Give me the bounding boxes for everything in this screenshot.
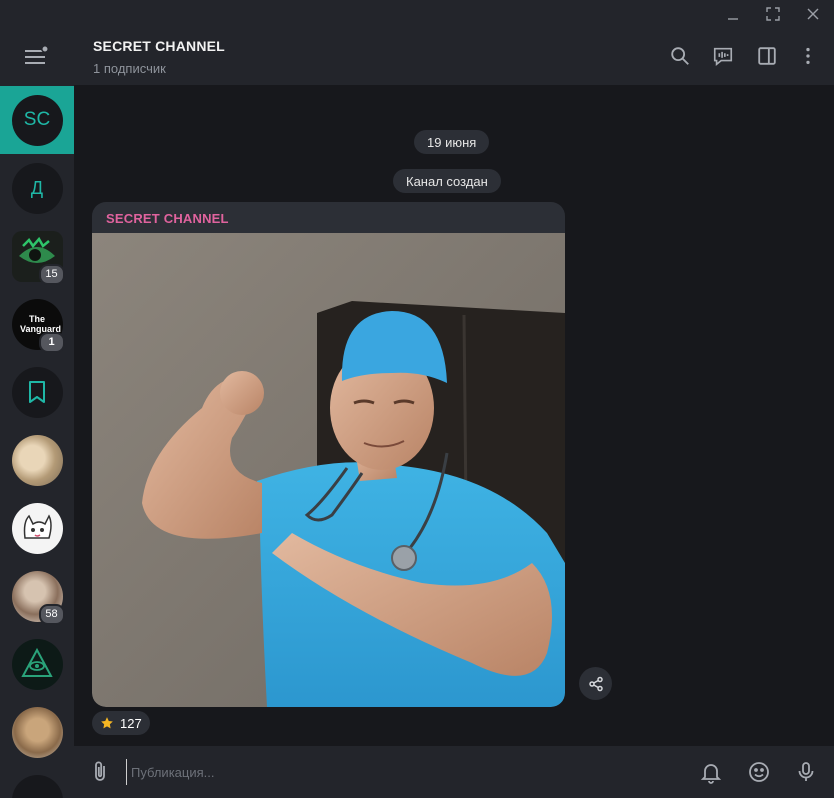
emoji-icon[interactable] xyxy=(744,757,774,787)
menu-button[interactable] xyxy=(0,27,74,85)
sidebar-toggle-icon[interactable] xyxy=(752,41,782,71)
date-separator: 19 июня xyxy=(414,130,490,154)
message-area[interactable]: 19 июня Канал создан SECRET CHANNEL 127 xyxy=(74,85,834,746)
post-photo[interactable] xyxy=(92,233,565,707)
sidebar-item-saved[interactable] xyxy=(0,358,74,426)
avatar xyxy=(11,706,63,758)
app-window: SC Д 15 The Vanguard 1 58 SECRET CHANNEL… xyxy=(0,0,834,798)
more-options-icon[interactable] xyxy=(793,41,823,71)
reaction-count: 127 xyxy=(120,715,142,731)
sidebar-item-chat-7[interactable] xyxy=(0,494,74,562)
microphone-icon[interactable] xyxy=(791,757,821,787)
star-reaction[interactable]: 127 xyxy=(92,711,150,735)
service-message: Канал создан xyxy=(393,169,501,193)
channel-title[interactable]: SECRET CHANNEL xyxy=(93,38,225,54)
sidebar-item-chat-6[interactable] xyxy=(0,426,74,494)
avatar: 58 xyxy=(11,570,65,625)
avatar xyxy=(11,366,63,418)
avatar: 15 xyxy=(11,230,65,285)
title-bar xyxy=(0,0,834,27)
sidebar-item-d[interactable]: Д xyxy=(0,154,74,222)
avatar xyxy=(11,502,63,554)
notification-bell-icon[interactable] xyxy=(696,757,726,787)
live-stream-icon[interactable] xyxy=(708,41,738,71)
chat-list-sidebar: SC Д 15 The Vanguard 1 58 xyxy=(0,27,74,798)
sidebar-item-chat-9[interactable] xyxy=(0,630,74,698)
bookmark-icon xyxy=(29,381,45,403)
close-icon[interactable] xyxy=(793,0,833,27)
message-composer xyxy=(74,746,834,798)
avatar xyxy=(11,434,63,486)
unread-badge: 1 xyxy=(38,331,65,353)
maximize-icon[interactable] xyxy=(753,0,793,27)
avatar-initials: Д xyxy=(30,177,44,198)
attach-icon[interactable] xyxy=(85,757,115,787)
unread-badge: 58 xyxy=(38,603,65,625)
star-icon xyxy=(101,717,113,729)
sidebar-item-chat-11[interactable] xyxy=(0,766,74,798)
sidebar-item-chat-8[interactable]: 58 xyxy=(0,562,74,630)
avatar: SC xyxy=(11,94,63,146)
share-button[interactable] xyxy=(579,667,612,700)
subscriber-count: 1 подписчик xyxy=(93,61,166,76)
hamburger-icon xyxy=(25,45,49,64)
avatar: Д xyxy=(11,162,63,214)
unread-badge: 15 xyxy=(38,263,65,285)
avatar-initials: SC xyxy=(23,109,51,130)
channel-post[interactable]: SECRET CHANNEL xyxy=(92,202,565,707)
avatar xyxy=(11,774,63,798)
cartoon-cat-icon xyxy=(23,514,52,539)
photo-image xyxy=(92,233,565,707)
sidebar-item-vanguard[interactable]: The Vanguard 1 xyxy=(0,290,74,358)
pyramid-eye-icon xyxy=(21,647,53,677)
share-icon xyxy=(588,676,603,691)
minimize-icon[interactable] xyxy=(713,0,753,27)
message-input[interactable] xyxy=(126,759,673,785)
sidebar-item-secret-channel[interactable]: SC xyxy=(0,86,74,154)
avatar xyxy=(11,638,63,690)
avatar: The Vanguard 1 xyxy=(11,298,65,353)
chat-header: SECRET CHANNEL 1 подписчик xyxy=(74,27,834,85)
sidebar-item-chat-10[interactable] xyxy=(0,698,74,766)
search-icon[interactable] xyxy=(665,41,695,71)
post-author[interactable]: SECRET CHANNEL xyxy=(106,211,229,226)
sidebar-item-chat-3[interactable]: 15 xyxy=(0,222,74,290)
